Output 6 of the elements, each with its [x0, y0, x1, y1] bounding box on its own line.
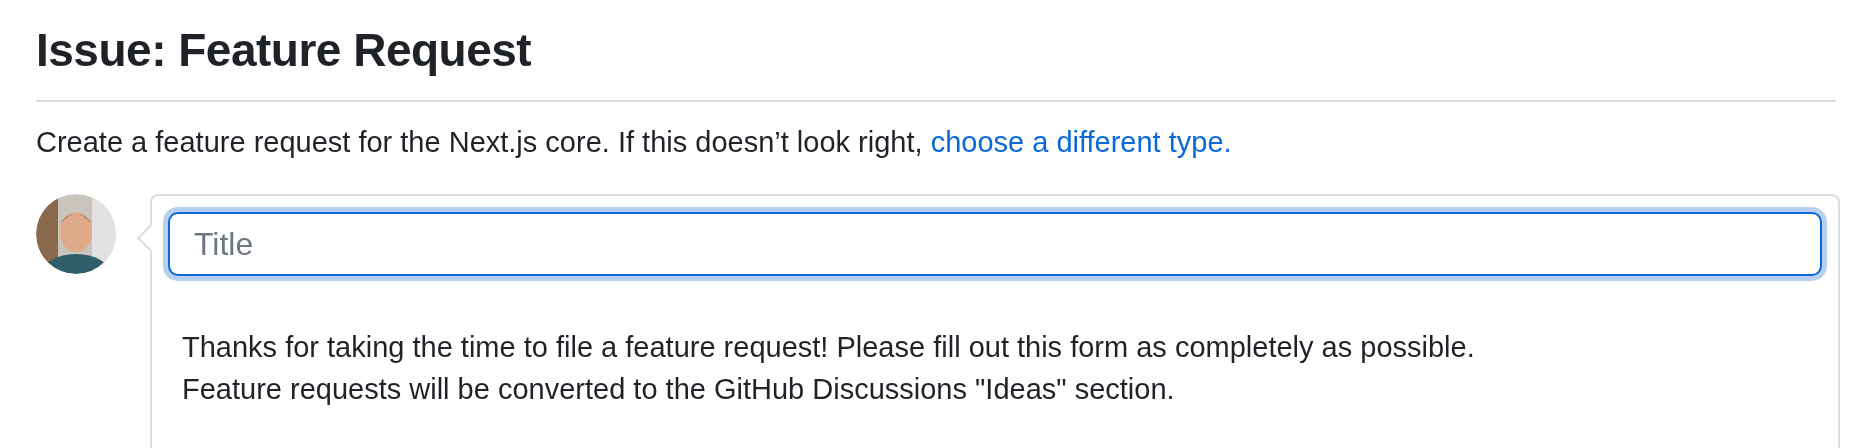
title-input[interactable]: Title: [168, 212, 1822, 276]
page-title: Issue: Feature Request: [36, 23, 532, 78]
intro-paragraph: Thanks for taking the time to file a feature request! Please fill out this form as completely as possible.: [182, 330, 1475, 365]
intro-paragraph: Feature requests will be converted to the GitHub Discussions "Ideas" section.: [182, 372, 1175, 407]
choose-type-link[interactable]: choose a different type.: [930, 122, 1232, 162]
intro-text: Create a feature request for the Next.js core. If this doesn’t look right,: [36, 125, 924, 160]
